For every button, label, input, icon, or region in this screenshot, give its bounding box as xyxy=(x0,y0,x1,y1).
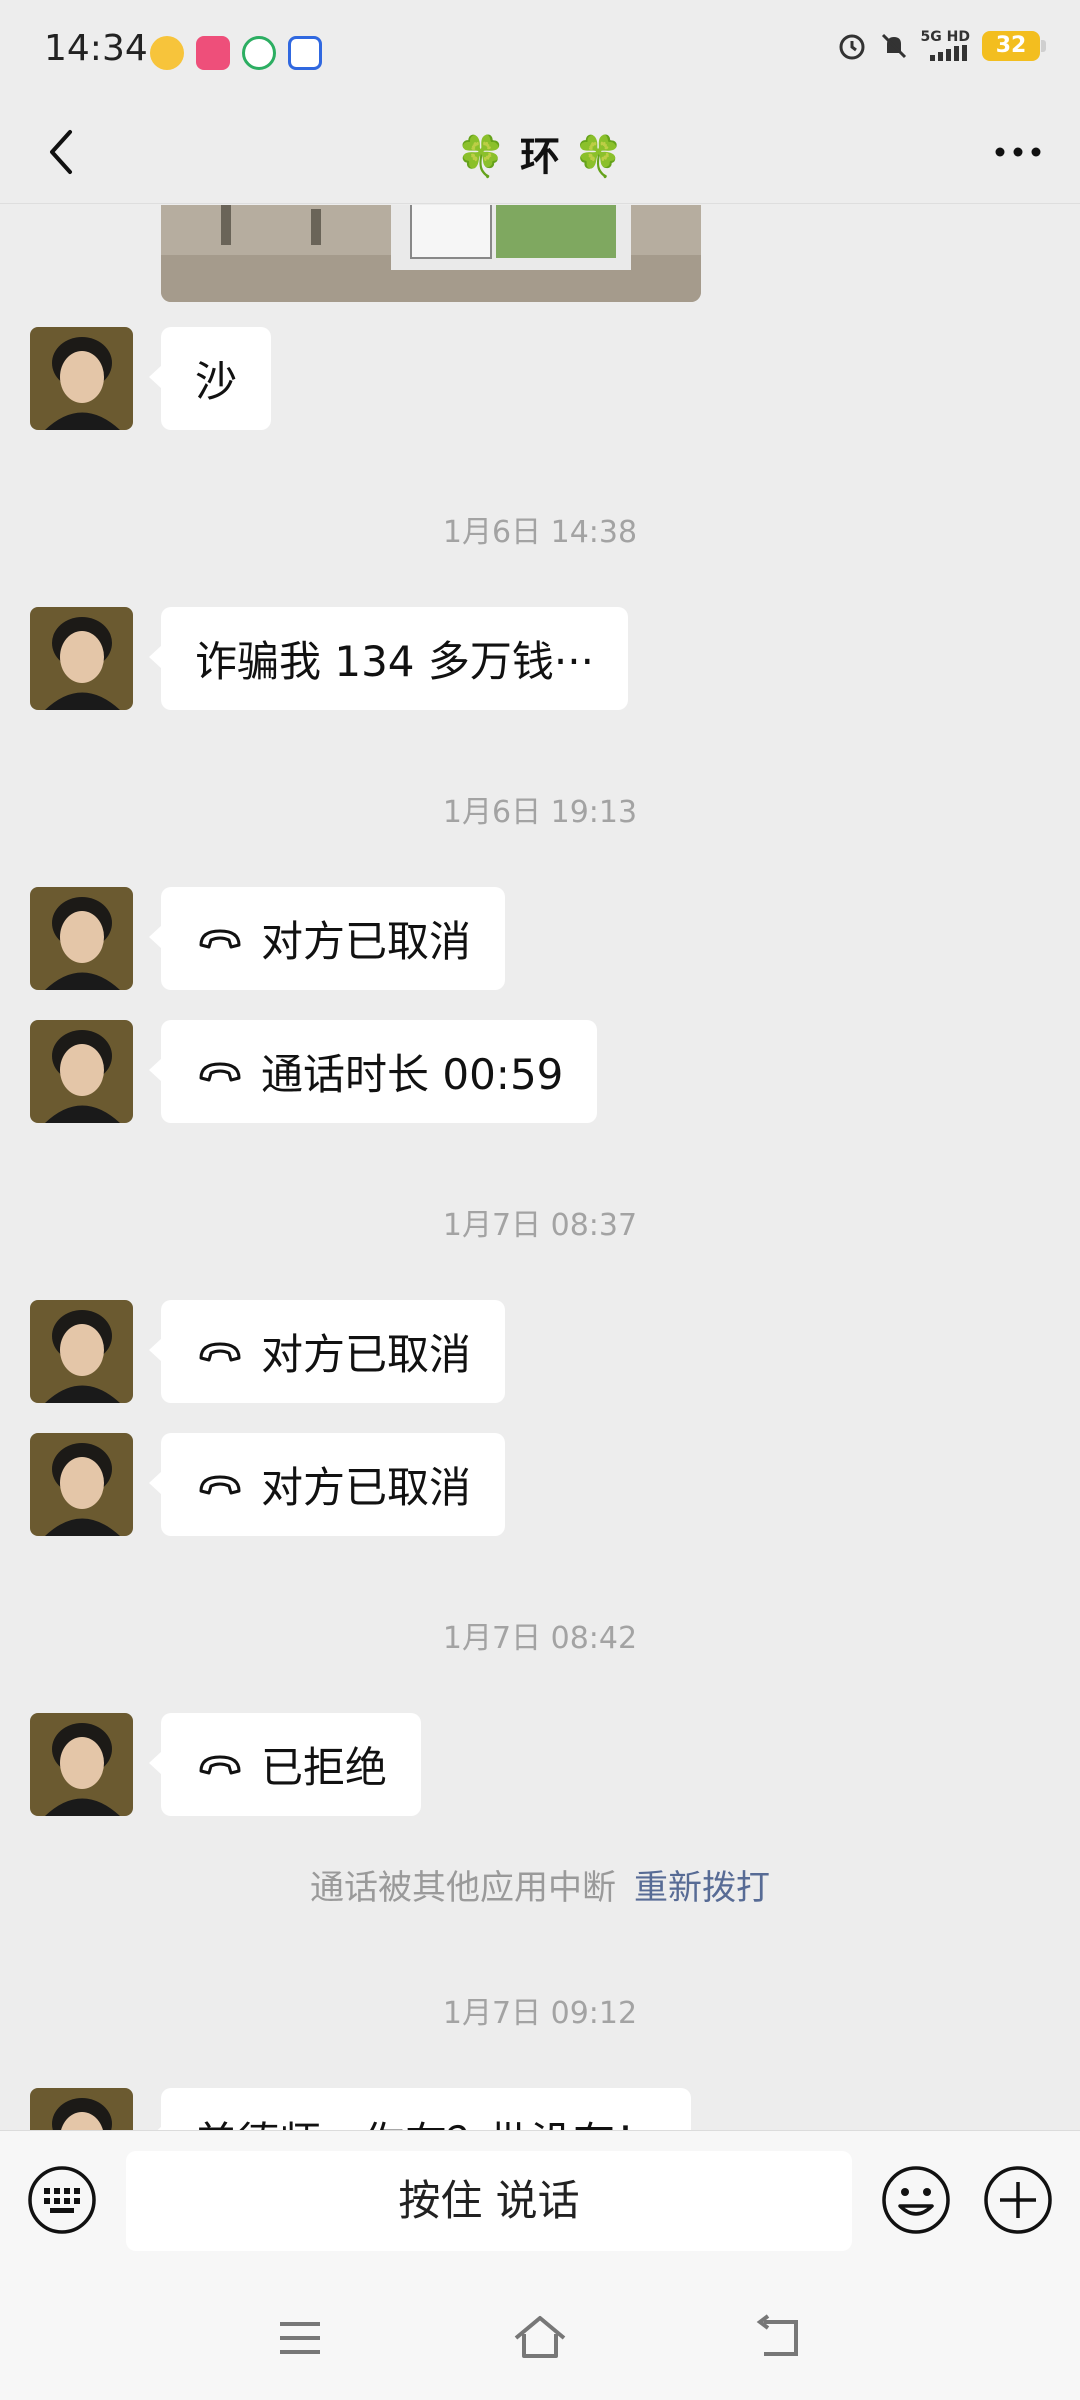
avatar[interactable] xyxy=(30,2088,133,2130)
keyboard-icon[interactable] xyxy=(26,2164,98,2236)
home-icon[interactable] xyxy=(510,2308,570,2368)
phone-hangup-icon xyxy=(199,1342,241,1361)
call-message[interactable]: 已拒绝 xyxy=(148,1713,422,1816)
baidu-icon xyxy=(288,36,322,70)
timestamp: 1月7日 09:12 xyxy=(442,1996,638,2031)
phone-hangup-icon xyxy=(199,1475,241,1494)
text-message[interactable]: 诈骗我 134 多万钱··· xyxy=(149,607,628,710)
avatar[interactable] xyxy=(30,607,133,710)
hold-to-talk-button[interactable]: 按住 说话 xyxy=(126,2151,852,2251)
message-text: 对方已取消 xyxy=(261,917,472,966)
chat-title: 🍀 环 🍀 xyxy=(456,134,624,180)
text-message[interactable]: 沙 xyxy=(148,327,272,430)
mute-icon xyxy=(881,33,906,58)
timestamp: 1月6日 19:13 xyxy=(442,795,638,830)
image-message[interactable] xyxy=(161,205,701,302)
input-bar: 按住 说话 xyxy=(0,2130,1080,2270)
call-message[interactable]: 对方已取消 xyxy=(148,1300,506,1403)
menu-icon[interactable] xyxy=(270,2308,330,2368)
weibo-icon xyxy=(150,36,184,70)
notification-icons xyxy=(150,36,322,70)
system-notice-text: 通话被其他应用中断 xyxy=(310,1868,616,1908)
avatar[interactable] xyxy=(30,1020,133,1123)
more-icon[interactable] xyxy=(986,120,1050,184)
green-app-icon xyxy=(242,36,276,70)
message-text: 诈骗我 134 多万钱··· xyxy=(195,637,594,686)
message-text: 对方已取消 xyxy=(261,1330,472,1379)
chat-header: 🍀 环 🍀 xyxy=(0,100,1080,204)
phone-hangup-icon xyxy=(199,1755,241,1774)
emoji-icon[interactable] xyxy=(880,2164,952,2236)
phone-hangup-icon xyxy=(199,1062,241,1081)
avatar[interactable] xyxy=(30,1433,133,1536)
chat-screen: 14:34 5G HD 32 🍀 环 🍀 沙 1月6日 14:38 诈骗我 13… xyxy=(0,0,1080,2400)
message-text: 美德师，你在？批没有！ xyxy=(195,2109,657,2130)
timestamp: 1月7日 08:42 xyxy=(442,1621,638,1656)
alarm-icon xyxy=(839,34,865,59)
app-icon xyxy=(196,36,230,70)
avatar[interactable] xyxy=(30,1300,133,1403)
network-indicator: 5G HD xyxy=(921,30,970,61)
message-text: 沙 xyxy=(195,357,238,406)
call-message[interactable]: 对方已取消 xyxy=(148,1433,506,1536)
avatar[interactable] xyxy=(30,887,133,990)
plus-icon[interactable] xyxy=(982,2164,1054,2236)
phone-hangup-icon xyxy=(199,929,241,948)
avatar[interactable] xyxy=(30,327,133,430)
redial-link[interactable]: 重新拨打 xyxy=(634,1868,770,1908)
timestamp: 1月6日 14:38 xyxy=(442,515,638,550)
status-right: 5G HD 32 xyxy=(837,30,1046,61)
system-notice: 通话被其他应用中断 重新拨打 xyxy=(0,1860,1080,1909)
avatar[interactable] xyxy=(30,1713,133,1816)
call-message[interactable]: 通话时长 00:59 xyxy=(148,1020,598,1123)
message-text: 通话时长 00:59 xyxy=(261,1050,564,1099)
battery-indicator: 32 xyxy=(982,30,1046,61)
text-message[interactable]: 美德师，你在？批没有！ xyxy=(148,2088,692,2130)
network-type: 5G HD xyxy=(920,29,970,45)
message-text: 对方已取消 xyxy=(261,1463,472,1512)
back-icon[interactable] xyxy=(750,2308,810,2368)
signal-icon xyxy=(930,45,967,61)
status-time: 14:34 xyxy=(44,28,148,69)
status-bar: 14:34 5G HD 32 xyxy=(0,0,1080,100)
message-list[interactable]: 沙 1月6日 14:38 诈骗我 134 多万钱··· 1月6日 19:13 对… xyxy=(0,205,1080,2130)
call-message[interactable]: 对方已取消 xyxy=(148,887,506,990)
message-text: 已拒绝 xyxy=(261,1743,388,1792)
timestamp: 1月7日 08:37 xyxy=(442,1208,638,1243)
photo-thumbnail xyxy=(161,205,701,302)
system-nav-bar xyxy=(0,2270,1080,2400)
